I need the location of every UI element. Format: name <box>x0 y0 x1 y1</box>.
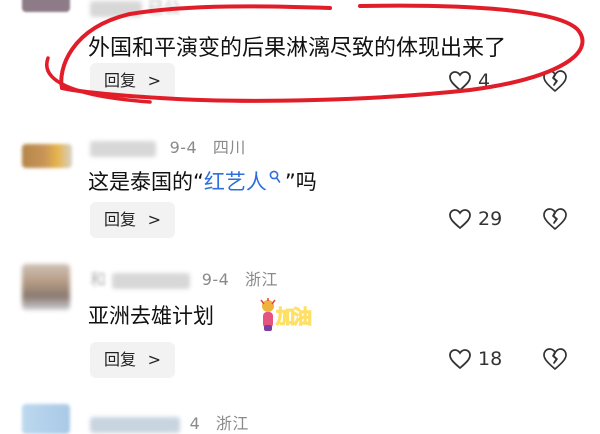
comment-date: 9-4 <box>201 270 230 289</box>
like-count: 4 <box>478 70 491 92</box>
comment-meta: 已公 <box>90 0 181 18</box>
comment-location: 浙江 <box>244 270 278 289</box>
comment-text-before: 这是泰国的“ <box>88 170 204 194</box>
comment-text: 亚洲去雄计划 <box>88 300 214 330</box>
comment-text-after: ”吗 <box>284 170 317 194</box>
like-button[interactable]: 29 <box>448 204 508 234</box>
like-button[interactable]: 4 <box>448 66 508 96</box>
chevron-right-icon: > <box>147 210 161 229</box>
search-link[interactable]: 红艺人 <box>204 170 281 194</box>
avatar[interactable] <box>22 144 72 168</box>
comment-text-content: 亚洲去雄计划 <box>88 304 214 328</box>
chevron-right-icon: > <box>147 350 161 369</box>
author-partial: 和 <box>90 270 107 289</box>
reply-label: 回复 <box>104 350 137 369</box>
like-heart-icon <box>449 71 471 92</box>
comment-location: 四川 <box>212 138 246 157</box>
comment-date: 9-4 <box>169 138 198 157</box>
reply-label: 回复 <box>104 71 137 90</box>
comment-text-content: 外国和平演变的后果淋漓尽致的体现出来了 <box>88 36 507 61</box>
dislike-broken-heart-icon <box>543 208 567 230</box>
reply-button[interactable]: 回复 > <box>90 63 175 99</box>
avatar[interactable] <box>22 404 70 434</box>
reply-label: 回复 <box>104 210 137 229</box>
reply-button[interactable]: 回复 > <box>90 342 175 378</box>
comment-location: 浙江 <box>215 414 249 433</box>
avatar[interactable] <box>22 0 70 12</box>
author-partial: 已公 <box>147 0 181 17</box>
comment-meta: 9-4 四川 <box>90 134 246 158</box>
comment-meta: 和 9-4 浙江 <box>90 266 278 290</box>
like-heart-icon <box>449 209 471 230</box>
chevron-right-icon: > <box>147 71 161 90</box>
like-button[interactable]: 18 <box>448 344 508 374</box>
like-count: 18 <box>478 348 503 370</box>
dislike-broken-heart-icon <box>543 348 567 370</box>
fist-emoji-icon <box>260 298 276 331</box>
jiayou-sticker: 加油 <box>258 296 314 334</box>
sticker-text: 加油 <box>275 306 312 329</box>
comment-meta: 4 浙江 <box>90 410 249 434</box>
avatar[interactable] <box>22 264 70 310</box>
like-count: 29 <box>478 208 503 230</box>
dislike-button[interactable] <box>542 207 570 235</box>
comment-date: 4 <box>189 414 201 433</box>
dislike-button[interactable] <box>542 347 570 375</box>
reply-button[interactable]: 回复 > <box>90 202 175 238</box>
search-link-text: 红艺人 <box>203 170 267 194</box>
comment-text: 这是泰国的“红艺人 ”吗 <box>88 166 317 196</box>
dislike-button[interactable] <box>542 69 570 97</box>
dislike-broken-heart-icon <box>543 70 567 92</box>
search-icon <box>269 170 281 183</box>
like-heart-icon <box>449 349 471 370</box>
comment-text: 外国和平演变的后果淋漓尽致的体现出来了 <box>88 30 506 62</box>
